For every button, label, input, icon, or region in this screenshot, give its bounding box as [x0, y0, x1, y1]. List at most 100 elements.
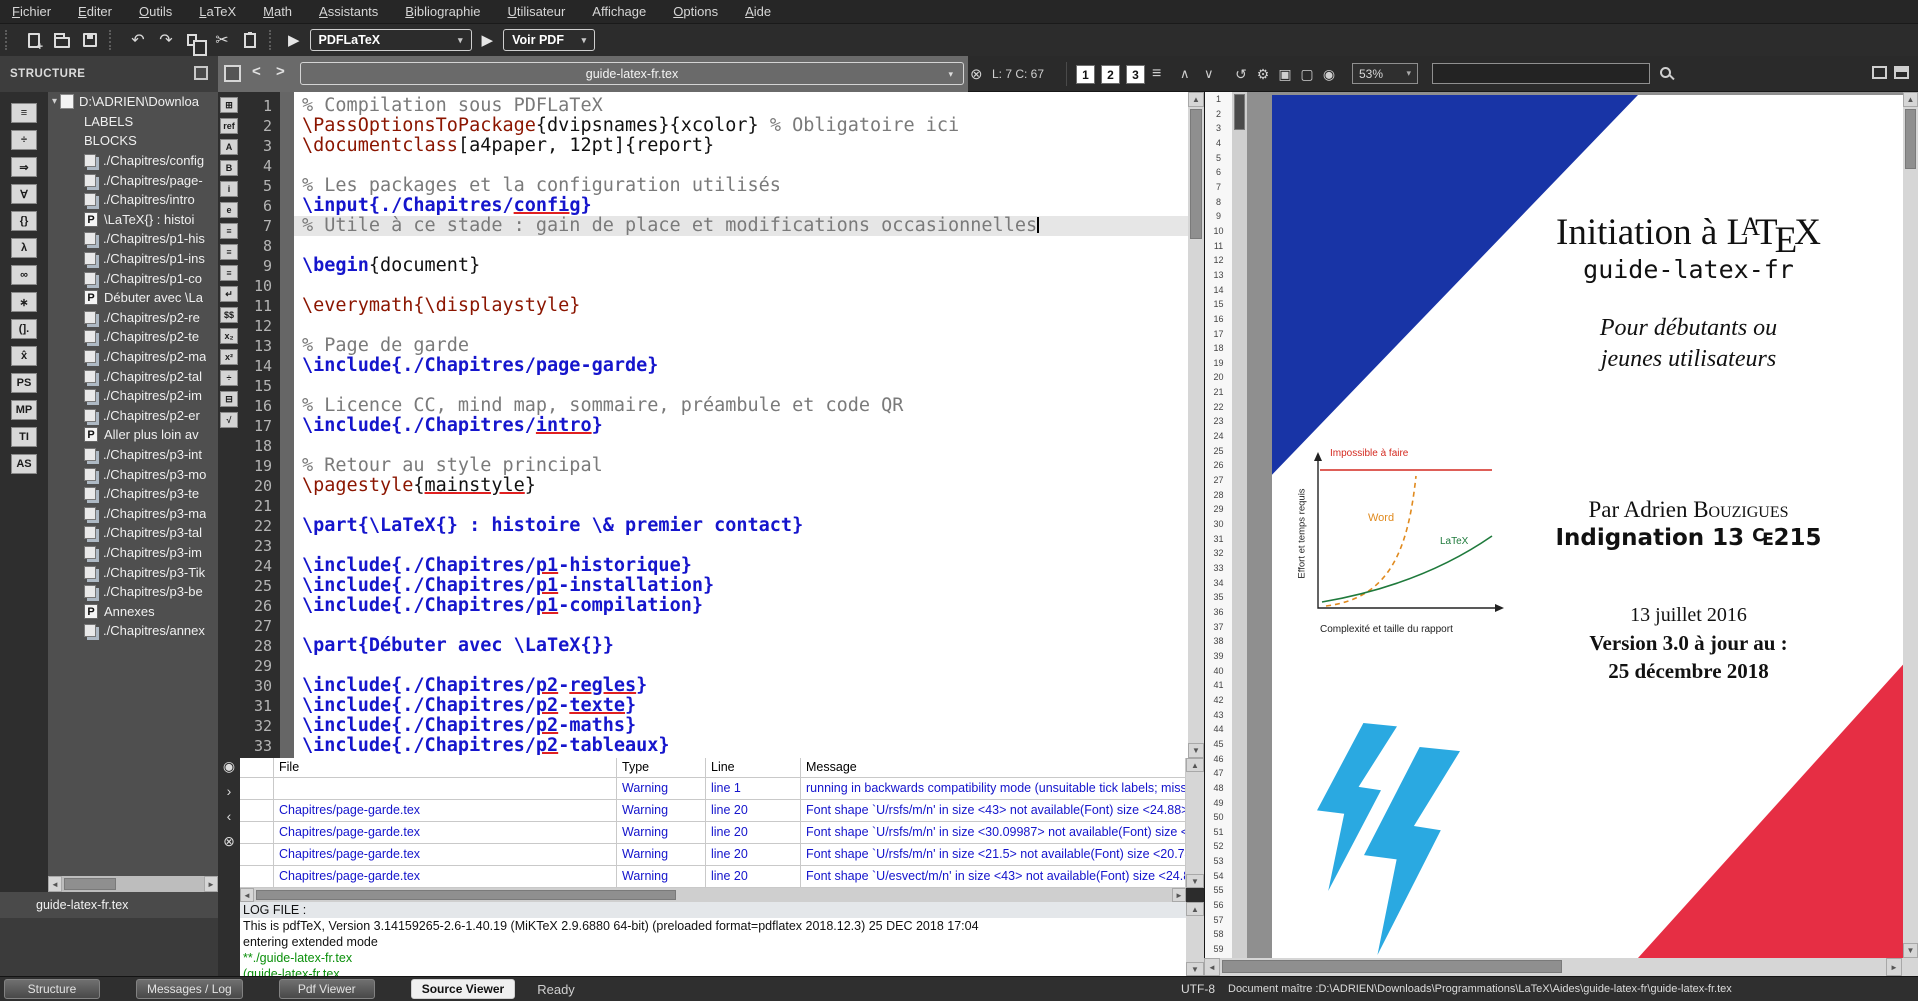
frac-icon[interactable]: ÷ [220, 370, 238, 386]
misc-symbols-tab[interactable]: ∀ [11, 184, 37, 204]
structure-tree-item[interactable]: PDébuter avec \La [48, 288, 218, 308]
structure-tree-item[interactable]: LABELS [48, 112, 218, 132]
settings-icon[interactable]: ⚙ [1252, 66, 1274, 83]
code-line[interactable]: % Utile à ce stade : gain de place et mo… [294, 216, 1188, 236]
code-line[interactable]: \PassOptionsToPackage{dvipsnames}{xcolor… [294, 116, 1188, 136]
toggle-log-icon[interactable]: ◉ [223, 758, 235, 783]
scroll-right-icon[interactable]: ► [204, 876, 218, 892]
menu-item-aide[interactable]: Aide [745, 4, 771, 19]
tree-expander-icon[interactable]: ▾ [52, 96, 57, 107]
code-line[interactable] [294, 436, 1188, 456]
messages-hscrollbar[interactable]: ◄ ► [240, 888, 1186, 902]
page-layout-button-3[interactable]: 3 [1126, 65, 1145, 84]
structure-tree-item[interactable]: P\LaTeX{} : histoi [48, 210, 218, 230]
delimiters-tab[interactable]: {} [11, 211, 37, 231]
copy-button[interactable] [181, 27, 207, 53]
view-select[interactable]: Voir PDF ▾ [503, 29, 595, 51]
label-ref-icon[interactable]: ref [220, 118, 238, 134]
font-size-icon[interactable]: A [220, 139, 238, 155]
statusbar-tab-pdf-viewer[interactable]: Pdf Viewer [279, 979, 375, 999]
metapost-tab[interactable]: MP [11, 400, 37, 420]
structure-tree-item[interactable]: ./Chapitres/p1-his [48, 229, 218, 249]
toc-icon[interactable]: ≡ [1152, 56, 1161, 92]
focus-editor-icon[interactable] [224, 65, 241, 82]
code-line[interactable] [294, 616, 1188, 636]
structure-tree-item[interactable]: ./Chapitres/intro [48, 190, 218, 210]
scroll-down-icon[interactable]: ▼ [1186, 874, 1204, 888]
pdf-canvas[interactable]: Initiation à LATEX guide-latex-fr Pour d… [1247, 92, 1903, 958]
viewer-search-input[interactable] [1432, 63, 1650, 84]
code-line[interactable] [294, 316, 1188, 336]
scrollbar-thumb[interactable] [1905, 109, 1916, 169]
statusbar-tab-structure[interactable]: Structure [4, 979, 100, 999]
structure-tree-item[interactable]: ./Chapitres/page- [48, 170, 218, 190]
pdf-vscrollbar[interactable]: ▲ ▼ [1903, 92, 1918, 958]
scrollbar-thumb[interactable] [64, 878, 116, 890]
code-line[interactable]: \include{./Chapitres/p2-regles} [294, 676, 1188, 696]
scroll-down-icon[interactable]: ▼ [1188, 743, 1204, 758]
structure-tree-item[interactable]: ./Chapitres/p2-er [48, 406, 218, 426]
scroll-left-icon[interactable]: ◄ [1204, 958, 1220, 976]
scroll-up-icon[interactable]: ▲ [1188, 92, 1204, 107]
close-document-button[interactable]: ⊗ [970, 56, 983, 92]
menu-item-utilisateur[interactable]: Utilisateur [507, 4, 565, 19]
scroll-left-icon[interactable]: ◄ [240, 888, 254, 902]
code-line[interactable] [294, 496, 1188, 516]
scroll-up-icon[interactable]: ▲ [1186, 758, 1204, 772]
structure-tree-item[interactable]: ./Chapitres/p2-re [48, 308, 218, 328]
structure-tree-item[interactable]: ./Chapitres/annex [48, 621, 218, 641]
code-line[interactable] [294, 536, 1188, 556]
menu-item-bibliographie[interactable]: Bibliographie [405, 4, 480, 19]
structure-hscrollbar[interactable]: ◄ ► [48, 876, 218, 892]
menu-item-editer[interactable]: Editer [78, 4, 112, 19]
code-line[interactable]: \include{./Chapitres/page-garde} [294, 356, 1188, 376]
pdf-gutter-scrollbar[interactable] [1232, 92, 1247, 958]
structure-tree-item[interactable]: ./Chapitres/p3-te [48, 484, 218, 504]
stop-process-icon[interactable]: ⊗ [223, 833, 235, 858]
statusbar-tab-source-viewer[interactable]: Source Viewer [411, 979, 516, 999]
scroll-right-icon[interactable]: ► [1172, 888, 1186, 902]
message-row[interactable]: Chapitres/page-garde.texWarningline 20Fo… [240, 844, 1186, 866]
itemize-icon[interactable]: ≡ [220, 223, 238, 239]
structure-tree-item[interactable]: ./Chapitres/p1-ins [48, 249, 218, 269]
math-mode-icon[interactable]: $$ [220, 307, 238, 323]
structure-tree-item[interactable]: ./Chapitres/p3-ma [48, 503, 218, 523]
run-view-button[interactable]: ▶ [482, 31, 494, 49]
code-line[interactable]: \include{./Chapitres/intro} [294, 416, 1188, 436]
structure-tree-item[interactable]: ./Chapitres/p1-co [48, 268, 218, 288]
structure-tree-item[interactable]: ./Chapitres/p3-Tik [48, 562, 218, 582]
pstricks-tab[interactable]: PS [11, 373, 37, 393]
structure-tree-item[interactable]: ./Chapitres/p2-im [48, 386, 218, 406]
structure-tree-item[interactable]: PAller plus loin av [48, 425, 218, 445]
dfrac-icon[interactable]: ⊟ [220, 391, 238, 407]
structure-tree-item[interactable]: ./Chapitres/p3-im [48, 543, 218, 563]
code-line[interactable]: \documentclass[a4paper, 12pt]{report} [294, 136, 1188, 156]
prev-error-icon[interactable]: ‹ [227, 808, 232, 833]
menu-item-outils[interactable]: Outils [139, 4, 172, 19]
bold-icon[interactable]: B [220, 160, 238, 176]
structure-tree-item[interactable]: ./Chapitres/p2-te [48, 327, 218, 347]
fit-width-icon[interactable]: ▢ [1296, 66, 1318, 83]
menu-item-fichier[interactable]: Fichier [12, 4, 51, 19]
structure-tree-item[interactable]: ./Chapitres/p3-tal [48, 523, 218, 543]
scroll-left-icon[interactable]: ◄ [48, 876, 62, 892]
redo-button[interactable]: ↷ [153, 27, 179, 53]
code-line[interactable]: \include{./Chapitres/p2-tableaux} [294, 736, 1188, 756]
add-block-icon[interactable]: ⊞ [220, 97, 238, 113]
next-error-icon[interactable]: › [227, 783, 232, 808]
document-selector[interactable]: guide-latex-fr.tex ▾ [300, 62, 964, 85]
open-file-button[interactable] [49, 27, 75, 53]
menu-item-options[interactable]: Options [673, 4, 718, 19]
misc-math-tab[interactable]: ∞ [11, 265, 37, 285]
sqrt-icon[interactable]: √ [220, 412, 238, 428]
emph-icon[interactable]: e [220, 202, 238, 218]
code-line[interactable]: % Les packages et la configuration utili… [294, 176, 1188, 196]
menu-item-assistants[interactable]: Assistants [319, 4, 378, 19]
structure-tree-item[interactable]: PAnnexes [48, 601, 218, 621]
page-layout-button-2[interactable]: 2 [1101, 65, 1120, 84]
code-line[interactable]: % Compilation sous PDFLaTeX [294, 96, 1188, 116]
structure-tree-item[interactable]: ./Chapitres/p3-int [48, 445, 218, 465]
superscript-icon[interactable]: x² [220, 349, 238, 365]
structure-tree-item[interactable]: ./Chapitres/p2-ma [48, 347, 218, 367]
menu-item-latex[interactable]: LaTeX [199, 4, 236, 19]
